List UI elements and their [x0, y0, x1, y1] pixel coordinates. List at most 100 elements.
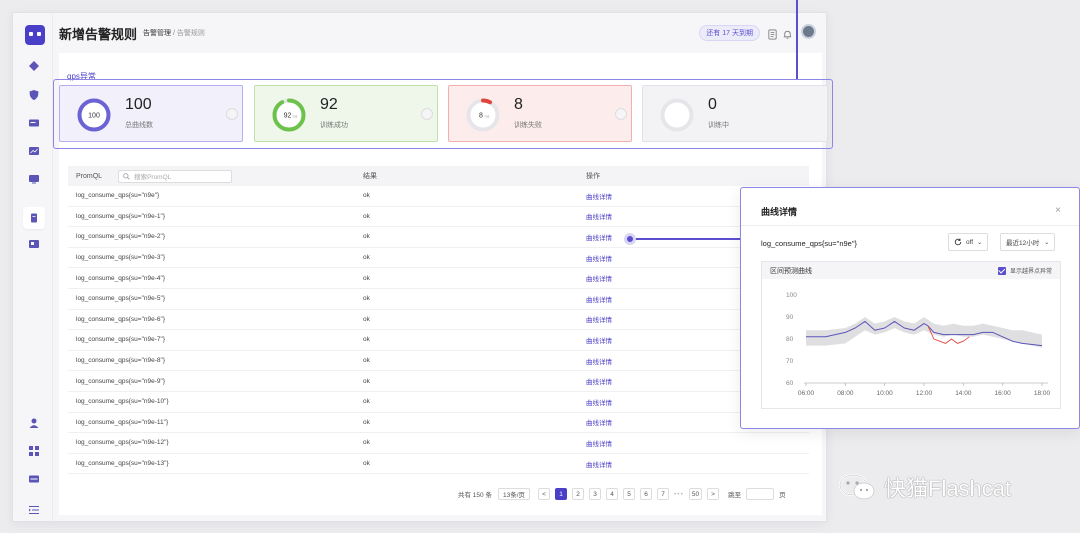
result-cell: ok [363, 233, 370, 241]
breadcrumb-separator: / [172, 30, 175, 37]
sidebar-item-user-icon[interactable] [27, 417, 41, 429]
promql-cell: log_consume_qps{su="n9e-9"} [76, 377, 166, 385]
result-cell: ok [363, 357, 370, 365]
sidebar-item-server-icon[interactable] [27, 473, 41, 485]
column-header-promql: PromQL [76, 172, 103, 180]
stat-label: 总曲线数 [125, 122, 153, 129]
stat-value: 92 [320, 96, 338, 113]
page-button-6[interactable]: 6 [640, 488, 653, 500]
ring-label: 92 [284, 113, 292, 120]
chart-title: 区间预测曲线 [770, 267, 812, 275]
show-anomaly-checkbox[interactable]: 显示越界点异常 [997, 266, 1052, 275]
result-cell: ok [363, 418, 370, 426]
page-button-7[interactable]: 7 [657, 488, 670, 500]
page-button-3[interactable]: 3 [589, 488, 602, 500]
stat-toggle[interactable] [615, 108, 627, 120]
curve-detail-link[interactable]: 曲线详情 [586, 462, 612, 469]
curve-detail-link[interactable]: 曲线详情 [586, 214, 612, 221]
checkbox-label: 显示越界点异常 [1009, 269, 1052, 275]
page-button-4[interactable]: 4 [606, 488, 619, 500]
sidebar-item-monitor-icon[interactable] [27, 173, 41, 185]
chevron-down-icon: ⌄ [977, 239, 983, 246]
sidebar-item-shield-icon[interactable] [27, 89, 41, 101]
promql-cell: log_consume_qps{su="n9e-2"} [76, 233, 166, 241]
promql-search-input[interactable]: 搜索PromQL [118, 169, 233, 183]
table-row: log_consume_qps{su="n9e-5"} ok 曲线详情 [68, 289, 809, 310]
y-tick-label: 100 [786, 292, 797, 299]
expire-badge: 还有 17 天到期 [699, 25, 760, 41]
wechat-icon [838, 473, 875, 500]
avatar[interactable] [801, 24, 816, 39]
curve-detail-link[interactable]: 曲线详情 [586, 441, 612, 448]
page-button-last[interactable]: 50 [688, 488, 703, 500]
page-button-1[interactable]: 1 [555, 488, 568, 500]
curve-detail-link[interactable]: 曲线详情 [586, 297, 612, 304]
breadcrumb-alert-management[interactable]: 告警管理 [143, 30, 171, 37]
next-page-button[interactable]: > [707, 488, 720, 500]
chart-container: 区间预测曲线 显示越界点异常 60 70 80 90 100 06:00 08:00 10:0… [761, 261, 1061, 409]
page-ellipsis[interactable]: ••• [674, 491, 684, 498]
pagination: 共有 150 条 13条/页 < 1234567 ••• 50 > 跳至 页 [458, 488, 786, 500]
sidebar-item-apps-icon[interactable] [27, 445, 41, 457]
goto-page-input[interactable] [746, 488, 775, 500]
curve-detail-link[interactable]: 曲线详情 [586, 256, 612, 263]
document-icon[interactable] [767, 27, 778, 40]
page-button-2[interactable]: 2 [572, 488, 585, 500]
sidebar-item-card-icon[interactable] [27, 117, 41, 129]
time-range-value: 最近12小时 [1006, 240, 1040, 247]
curve-detail-link[interactable]: 曲线详情 [586, 194, 612, 201]
promql-cell: log_consume_qps{su="n9e-7"} [76, 336, 166, 344]
table-row: log_consume_qps{su="n9e-10"} ok 曲线详情 [68, 392, 809, 413]
progress-ring [660, 98, 694, 132]
time-range-select[interactable]: 最近12小时 ⌄ [1000, 233, 1056, 251]
sidebar-item-alert-rules-icon[interactable] [23, 207, 45, 229]
stat-label: 训练成功 [320, 122, 348, 129]
bell-icon[interactable] [782, 27, 793, 39]
refresh-select[interactable]: off ⌄ [948, 233, 989, 251]
promql-cell: log_consume_qps{su="n9e-5"} [76, 295, 166, 303]
x-tick-label: 12:00 [916, 390, 933, 397]
goto-suffix: 页 [779, 492, 786, 499]
curve-detail-link[interactable]: 曲线详情 [586, 379, 612, 386]
stat-value: 8 [514, 96, 523, 113]
stat-toggle[interactable] [421, 108, 433, 120]
curve-detail-link[interactable]: 曲线详情 [586, 317, 612, 324]
total-count: 共有 150 条 [458, 492, 492, 499]
metric-name: log_consume_qps{su="n9e"} [761, 239, 858, 248]
x-tick-label: 14:00 [955, 390, 972, 397]
sidebar [13, 13, 53, 521]
refresh-icon [954, 238, 962, 246]
ring-unit: ms [485, 115, 490, 119]
page-size-select[interactable]: 13条/页 [497, 488, 531, 500]
curve-detail-link[interactable]: 曲线详情 [586, 338, 612, 345]
result-cell: ok [363, 315, 370, 323]
result-cell: ok [363, 295, 370, 303]
sidebar-item-diamond-icon[interactable] [27, 60, 41, 72]
curve-detail-link[interactable]: 曲线详情 [586, 400, 612, 407]
highlight-marker [624, 233, 636, 245]
result-cell: ok [363, 336, 370, 344]
table-row: log_consume_qps{su="n9e"} ok 曲线详情 [68, 186, 809, 207]
stat-toggle[interactable] [226, 108, 238, 120]
curve-detail-link[interactable]: 曲线详情 [586, 276, 612, 283]
promql-table: PromQL 搜索PromQL 结果 操作 log_consume_qps{su… [68, 166, 809, 475]
collapse-menu-icon[interactable] [27, 504, 41, 516]
promql-cell: log_consume_qps{su="n9e-12"} [76, 439, 169, 447]
curve-detail-link[interactable]: 曲线详情 [586, 420, 612, 427]
y-tick-label: 70 [786, 358, 794, 365]
result-cell: ok [363, 377, 370, 385]
curve-detail-link[interactable]: 曲线详情 [586, 359, 612, 366]
app-logo[interactable] [25, 25, 45, 45]
table-header: PromQL 搜索PromQL 结果 操作 [68, 166, 809, 186]
close-icon[interactable]: × [1055, 205, 1061, 216]
progress-ring: 92 ms [272, 98, 306, 132]
curve-detail-link[interactable]: 曲线详情 [586, 235, 612, 242]
x-tick-label: 18:00 [1034, 390, 1051, 397]
promql-cell: log_consume_qps{su="n9e-8"} [76, 357, 166, 365]
sidebar-item-grid-icon[interactable] [27, 238, 41, 250]
goto-label: 跳至 [728, 492, 742, 499]
sidebar-item-chart-icon[interactable] [27, 145, 41, 157]
page-title: 新增告警规则 [59, 26, 138, 42]
prev-page-button[interactable]: < [538, 488, 551, 500]
page-button-5[interactable]: 5 [623, 488, 636, 500]
